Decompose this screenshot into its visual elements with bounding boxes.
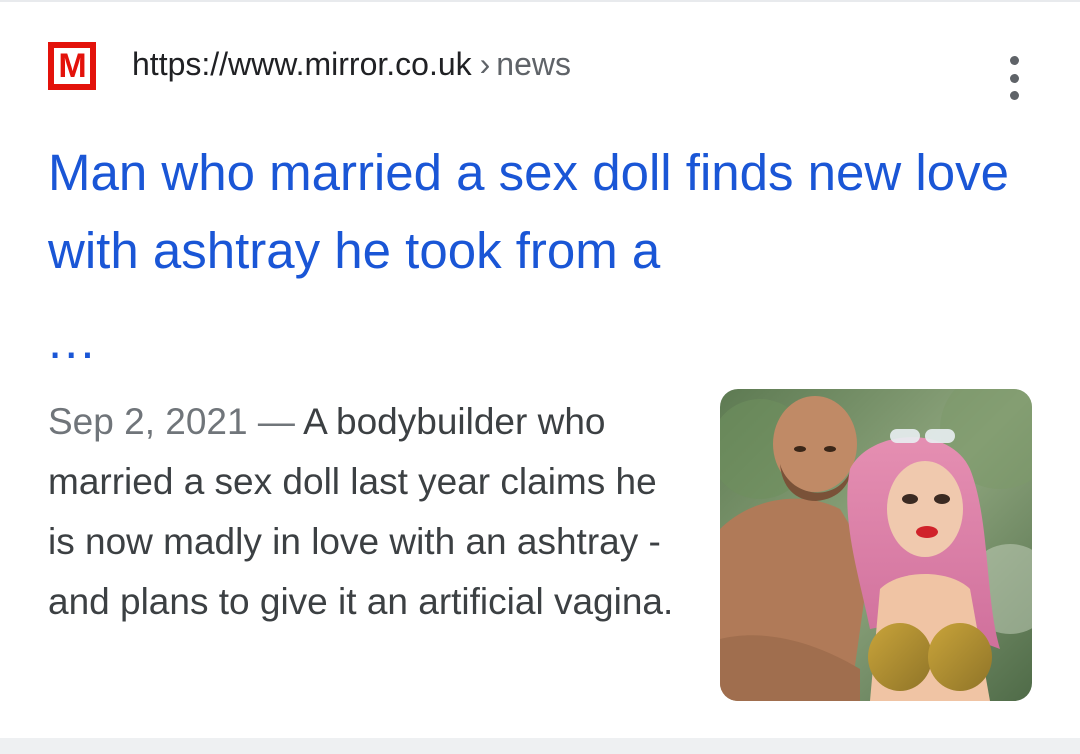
- result-title-link[interactable]: Man who married a sex doll finds new lov…: [48, 134, 1038, 290]
- title-ellipsis[interactable]: ...: [48, 302, 97, 380]
- result-url[interactable]: https://www.mirror.co.uk › news: [132, 44, 571, 84]
- more-vert-icon[interactable]: [998, 56, 1030, 100]
- article-thumbnail[interactable]: [720, 389, 1032, 701]
- result-date: Sep 2, 2021: [48, 401, 248, 442]
- search-result-card: M https://www.mirror.co.uk › news Man who …: [0, 0, 1080, 738]
- site-favicon[interactable]: M: [48, 42, 96, 90]
- menu-dot: [1009, 56, 1019, 65]
- url-domain: https://www.mirror.co.uk: [132, 46, 472, 82]
- breadcrumb-path: news: [496, 46, 571, 82]
- favicon-background: M: [54, 48, 90, 84]
- breadcrumb-separator: ›: [479, 46, 491, 82]
- divider: [0, 0, 1080, 2]
- menu-dot: [1009, 91, 1019, 100]
- date-dash: —: [257, 401, 295, 442]
- result-snippet: Sep 2, 2021 — A bodybuilder who married …: [48, 392, 688, 632]
- favicon-logo-letter: M: [58, 47, 86, 85]
- menu-dot: [1009, 73, 1019, 83]
- thumbnail-photo-illustration: [720, 389, 1032, 701]
